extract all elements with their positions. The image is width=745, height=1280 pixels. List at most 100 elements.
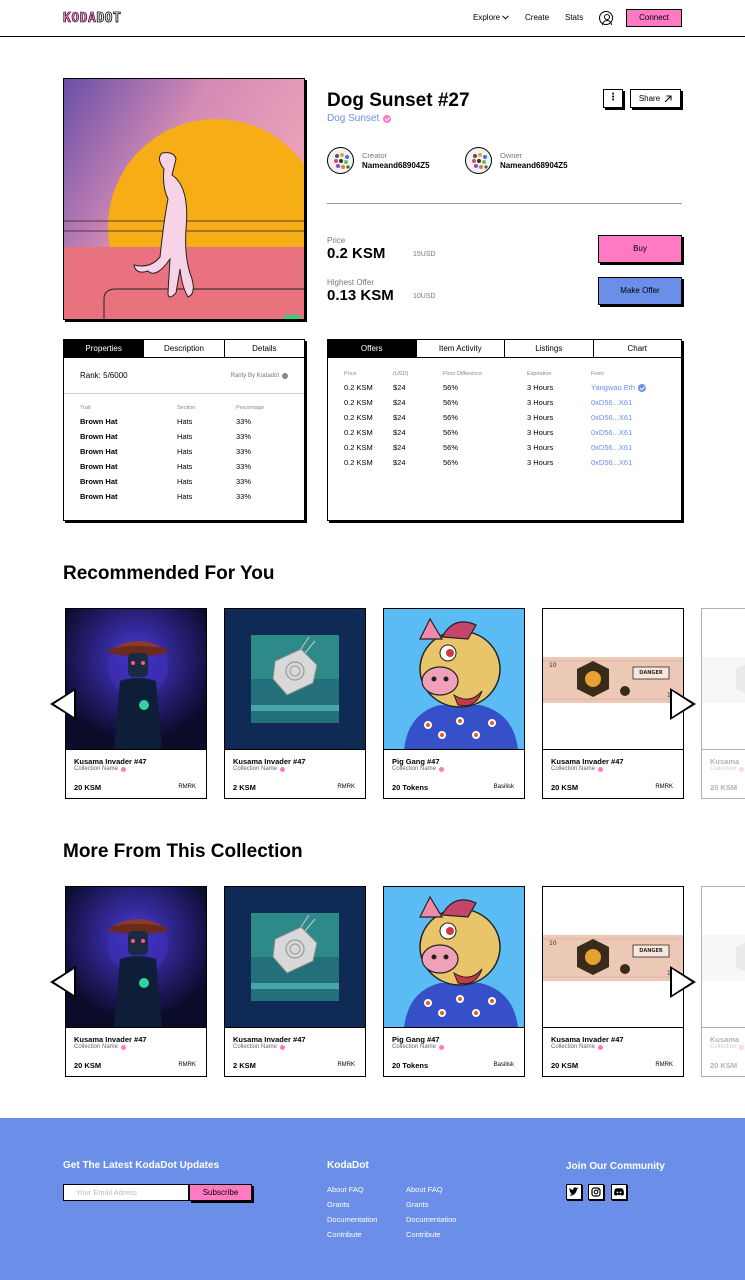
share-button[interactable]: Share	[630, 89, 681, 108]
subscribe-button[interactable]: Subscribe	[189, 1184, 252, 1201]
collection-name: Dog Sunset	[327, 113, 380, 124]
footer-link-documentation[interactable]: Documentation	[406, 1212, 456, 1227]
footer-link-about[interactable]: About FAQ	[327, 1182, 377, 1197]
offer-row: 0.2 KSM $24 56% 3 Hours 0xD56...X61	[328, 425, 681, 440]
trait-percentage: 33%	[236, 447, 252, 456]
collection-link[interactable]: Dog Sunset	[327, 113, 392, 124]
make-offer-button[interactable]: Make Offer	[598, 277, 682, 305]
offer-from[interactable]: Yangwao.Eth	[591, 383, 671, 392]
nav-explore[interactable]: Explore	[473, 13, 509, 22]
nft-card-collection: Collection	[710, 1044, 745, 1050]
nft-card-name: Kusama Invader #47	[551, 757, 624, 766]
nft-card[interactable]: Kusama Invader #47 Collection Name 20 KSM R…	[65, 886, 207, 1077]
nft-card-collection: Collection	[710, 766, 745, 772]
trait-name: Brown Hat	[80, 417, 118, 426]
offer-from-address: Yangwao.Eth	[591, 383, 636, 392]
nft-card[interactable]: DANGER 10 10 Kusama Invader #47 Collection N…	[542, 608, 684, 799]
nft-card-price: 20 KSM	[710, 1061, 738, 1070]
footer-link-documentation[interactable]: Documentation	[327, 1212, 377, 1227]
offer-price: 0.2 KSM	[344, 398, 373, 407]
instagram-icon[interactable]	[588, 1184, 604, 1200]
nft-card[interactable]: Kusama Collection 20 KSM	[701, 886, 745, 1077]
nft-card-collection: Collection Name	[74, 766, 127, 772]
nft-card-collection: Collection Name	[74, 1044, 127, 1050]
offers-body: 0.2 KSM $24 56% 3 Hours Yangwao.Eth 0.2 KSM $2…	[328, 380, 681, 470]
offer-expiration: 3 Hours	[527, 413, 554, 422]
rarity-label: Rarity By Kodadot	[230, 372, 279, 379]
info-icon[interactable]	[282, 372, 288, 379]
offer-from[interactable]: 0xD56...X61	[591, 458, 671, 467]
more-options-button[interactable]: ⋮	[603, 89, 623, 108]
rarity-source: Rarity By Kodadot	[230, 372, 288, 379]
nft-card-collection: Collection Name	[392, 766, 445, 772]
verified-icon	[439, 1044, 445, 1050]
carousel-next-arrow-icon[interactable]	[670, 966, 696, 998]
buy-button[interactable]: Buy	[598, 235, 682, 263]
nft-card[interactable]: DANGER 10 10 Kusama Invader #47 Collection N…	[542, 886, 684, 1077]
col-price: Price	[344, 371, 357, 377]
nft-card-price: 20 KSM	[74, 783, 102, 792]
profile-icon[interactable]	[599, 11, 613, 25]
nft-artwork[interactable]	[63, 78, 305, 320]
offer-usd: $24	[393, 383, 406, 392]
trait-section: Hats	[177, 477, 193, 486]
tab-listings[interactable]: Listings	[505, 340, 594, 357]
offer-row: 0.2 KSM $24 56% 3 Hours Yangwao.Eth	[328, 380, 681, 395]
footer-links-col2: About FAQ Grants Documentation Contribut…	[406, 1182, 456, 1242]
logo-koda: KODA	[63, 11, 97, 27]
nft-card-collection-name: Collection Name	[233, 766, 278, 772]
tab-chart[interactable]: Chart	[594, 340, 682, 357]
email-input[interactable]: Your Email Adress	[63, 1184, 189, 1201]
more-collection-carousel: Kusama Invader #47 Collection Name 20 KSM R…	[0, 886, 745, 1078]
traits-body: Brown Hat Hats 33% Brown Hat Hats 33% Brown Ha…	[64, 414, 304, 504]
offer-from[interactable]: 0xD56...X61	[591, 443, 671, 452]
tab-details[interactable]: Details	[225, 340, 304, 357]
connect-button[interactable]: Connect	[626, 9, 682, 27]
offer-price: 0.2 KSM	[344, 413, 373, 422]
footer-link-about[interactable]: About FAQ	[406, 1182, 456, 1197]
verified-icon	[121, 766, 127, 772]
offer-from[interactable]: 0xD56...X61	[591, 398, 671, 407]
carousel-prev-arrow-icon[interactable]	[50, 688, 76, 720]
offer-usd: $24	[393, 428, 406, 437]
carousel-next-arrow-icon[interactable]	[670, 688, 696, 720]
twitter-icon[interactable]	[566, 1184, 582, 1200]
offer-from[interactable]: 0xD56...X61	[591, 413, 671, 422]
nft-card[interactable]: Kusama Invader #47 Collection Name 20 KSM R…	[65, 608, 207, 799]
tab-item-activity[interactable]: Item Activity	[417, 340, 505, 357]
footer-link-contribute[interactable]: Contribute	[327, 1227, 377, 1242]
nft-card-collection-name: Collection Name	[233, 1044, 278, 1050]
creator-info[interactable]: Creator Nameand68904Z5	[327, 147, 430, 174]
svg-text:DANGER: DANGER	[639, 670, 663, 676]
rank-value: Rank: 5/6000	[80, 371, 128, 380]
owner-info[interactable]: Owner Nameand68904Z5	[465, 147, 568, 174]
footer-link-grants[interactable]: Grants	[406, 1197, 456, 1212]
col-usd: (USD)	[393, 371, 409, 377]
nft-card[interactable]: Kusama Collection 20 KSM	[701, 608, 745, 799]
offer-from[interactable]: 0xD56...X61	[591, 428, 671, 437]
discord-icon[interactable]	[611, 1184, 627, 1200]
nav-stats[interactable]: Stats	[565, 13, 583, 22]
nft-card[interactable]: Pig Gang #47 Collection Name 20 Tokens Basi…	[383, 608, 525, 799]
highest-offer-label: Highest Offer	[327, 278, 374, 287]
tab-properties[interactable]: Properties	[64, 340, 145, 357]
nft-card-name: Kusama Invader #47	[74, 1035, 147, 1044]
nav-create[interactable]: Create	[525, 13, 549, 22]
tab-offers[interactable]: Offers	[328, 340, 417, 357]
carousel-prev-arrow-icon[interactable]	[50, 966, 76, 998]
footer-link-grants[interactable]: Grants	[327, 1197, 377, 1212]
offer-expiration: 3 Hours	[527, 428, 554, 437]
nft-card-collection: Collection Name	[233, 766, 286, 772]
nft-card[interactable]: Kusama Invader #47 Collection Name 2 KSM RM…	[224, 608, 366, 799]
kodadot-logo[interactable]: KODADOT	[63, 11, 121, 27]
offers-tabs: Offers Item Activity Listings Chart	[328, 340, 681, 358]
tab-description[interactable]: Description	[144, 340, 225, 357]
verified-icon	[598, 766, 604, 772]
nft-card-chain: Basilisk	[493, 784, 514, 790]
footer-link-contribute[interactable]: Contribute	[406, 1227, 456, 1242]
nft-card[interactable]: Kusama Invader #47 Collection Name 2 KSM RM…	[224, 886, 366, 1077]
properties-panel: Properties Description Details Rank: 5/6…	[63, 339, 305, 521]
nft-card[interactable]: Pig Gang #47 Collection Name 20 Tokens Basi…	[383, 886, 525, 1077]
price-label: Price	[327, 236, 346, 245]
offer-row: 0.2 KSM $24 56% 3 Hours 0xD56...X61	[328, 440, 681, 455]
